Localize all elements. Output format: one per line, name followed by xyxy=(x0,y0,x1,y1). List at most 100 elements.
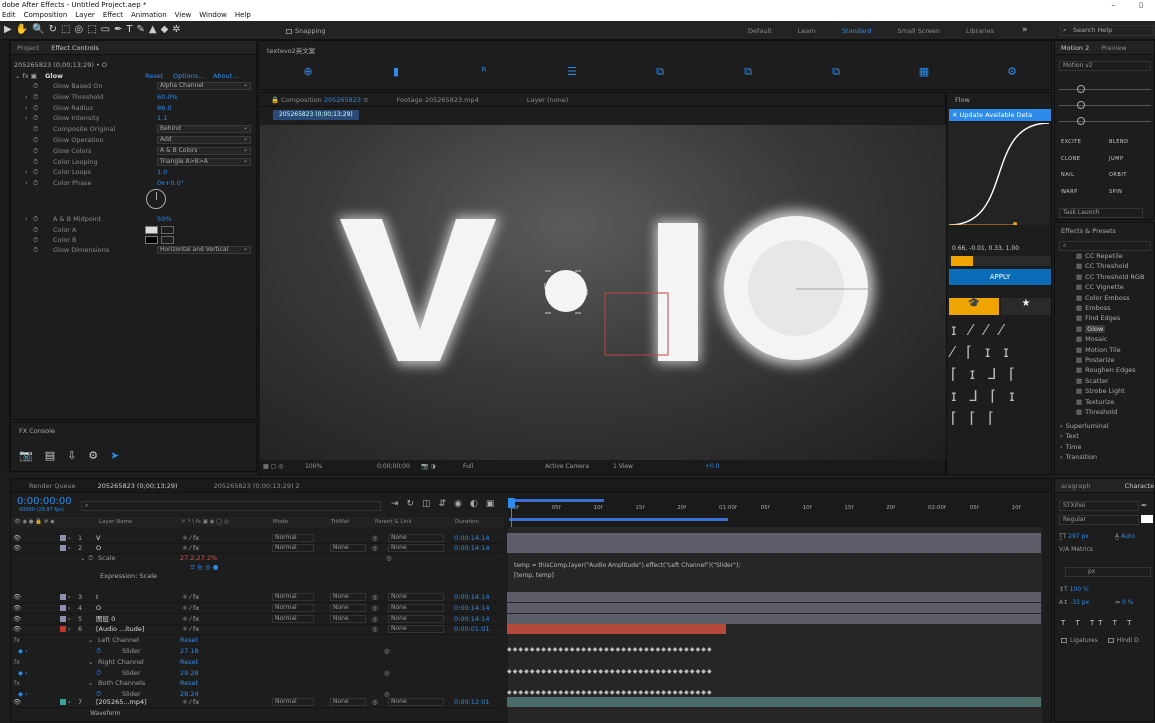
stopwatch-icon[interactable]: ⏱ xyxy=(96,689,101,699)
channel-reset-link[interactable]: Reset xyxy=(180,635,198,645)
parent-dropdown[interactable]: None xyxy=(388,544,444,552)
table-row[interactable]: 👁 › 4 O ⚛ ⁄ fx Normal None ◎ None 0:00:14:14 xyxy=(10,603,503,614)
parent-dropdown[interactable]: None xyxy=(388,534,444,542)
fx-prop-value[interactable]: 1.0 xyxy=(157,167,167,177)
table-row[interactable]: 👁 › 5 图层 0 ⚛ ⁄ fx Normal None ◎ None 0:00:14:14 xyxy=(10,614,503,625)
textevo-tool-icon[interactable]: ▦ xyxy=(917,65,931,79)
mode-dropdown[interactable]: Normal xyxy=(272,615,314,623)
motion-version-dropdown[interactable]: Motion v2 xyxy=(1059,61,1151,71)
slider-value[interactable]: 28.24 xyxy=(180,689,199,699)
fx-prop-dropdown[interactable]: Behind xyxy=(157,125,251,134)
eyedropper-icon[interactable]: ✒ xyxy=(1141,501,1148,510)
eyedropper-icon[interactable] xyxy=(161,226,174,234)
effect-item[interactable]: ▦ Motion Tile xyxy=(1076,346,1121,354)
flow-update-banner[interactable]: ✕ Update Available Deta xyxy=(949,109,1051,121)
fx-icon[interactable]: ⌄ fx ▣ xyxy=(15,71,37,81)
pickwhip-icon[interactable]: ◎ xyxy=(372,603,378,613)
camera-dropdown[interactable]: Active Camera xyxy=(545,460,589,474)
pickwhip-icon[interactable]: ◎ xyxy=(386,553,392,563)
motion-button-spin[interactable]: SPIN xyxy=(1109,189,1122,195)
workspace-tab-default[interactable]: Default xyxy=(748,27,772,35)
tab-comp-timeline[interactable]: 205265823 (0;00;13;29) xyxy=(92,479,184,492)
tab-render-queue[interactable]: Render Queue xyxy=(23,479,82,492)
tab-layer[interactable]: Layer (none) xyxy=(521,93,574,106)
expand-arrow-icon[interactable]: › xyxy=(25,178,28,188)
effects-group[interactable]: › Transition xyxy=(1060,453,1097,461)
chevron-right-icon[interactable]: › xyxy=(68,543,71,553)
pickwhip-icon[interactable]: ◎ xyxy=(384,646,390,656)
flow-apply-button[interactable]: APPLY xyxy=(949,269,1051,285)
send-icon[interactable]: ➤ xyxy=(110,449,131,462)
fx-console-icons[interactable]: 📷▤⇩⚙➤ xyxy=(19,449,131,462)
pickwhip-icon[interactable]: ◎ xyxy=(372,533,378,543)
camera-snapshot-icon[interactable]: 📷 ◑ xyxy=(421,460,436,474)
keyframe-nav-icon[interactable]: ◆ › xyxy=(18,689,28,699)
layer-name[interactable]: O xyxy=(96,543,101,553)
fill-color-swatch[interactable] xyxy=(1141,515,1153,523)
work-area-bar[interactable] xyxy=(509,499,604,502)
expression-line-1[interactable]: temp = thisComp.layer("Audio Amplitude")… xyxy=(514,562,740,569)
visibility-eye-icon[interactable]: 👁 xyxy=(13,603,21,613)
workspace-overflow-icon[interactable]: » xyxy=(1022,25,1028,35)
stopwatch-icon[interactable]: ⏱ xyxy=(33,92,38,102)
motion-button-jump[interactable]: JUMP xyxy=(1109,156,1123,162)
label-color-swatch[interactable] xyxy=(60,605,66,611)
exposure-value[interactable]: +0.0 xyxy=(705,460,720,474)
layer-duration-bar[interactable] xyxy=(507,592,1041,602)
effect-item[interactable]: ▦ Posterize xyxy=(1076,356,1115,364)
stroke-width-field[interactable]: px xyxy=(1065,567,1151,577)
fx-prop-value[interactable]: 60.0% xyxy=(157,92,178,102)
layer-name[interactable]: I xyxy=(96,592,98,602)
menu-item-window[interactable]: Window xyxy=(199,11,227,19)
tab-composition[interactable]: Composition xyxy=(281,96,322,104)
tab-preview[interactable]: Preview xyxy=(1095,41,1132,54)
motion-button-clone[interactable]: CLONE xyxy=(1061,156,1080,162)
pickwhip-icon[interactable]: ◎ xyxy=(372,614,378,624)
mode-dropdown[interactable]: Normal xyxy=(272,604,314,612)
fx-prop-dropdown[interactable]: Triangle A>B>A xyxy=(157,157,251,166)
vertical-scale-field[interactable]: ↕T 100 % xyxy=(1059,586,1089,593)
layer-switches[interactable]: ⚛ ⁄ fx xyxy=(182,614,199,624)
visibility-eye-icon[interactable]: 👁 xyxy=(13,543,21,553)
effect-item[interactable]: ▦ Strobe Light xyxy=(1076,387,1125,395)
expand-arrow-icon[interactable]: ⌄ xyxy=(88,635,93,645)
hindi-checkbox[interactable] xyxy=(1107,638,1114,643)
stopwatch-icon[interactable]: ⏱ xyxy=(33,103,38,113)
label-color-swatch[interactable] xyxy=(60,616,66,622)
fx-options-link[interactable]: Options... xyxy=(173,71,204,81)
flow-presets-grid[interactable]: ɪ ⁄ ⁄ ⁄ ⁄ ⌈ ɪ ɪ ⌈ ɪ ⅃ ⌈ ɪ ⅃ ⌈ ɪ ⌈ ⌈ ⌈ xyxy=(951,319,1049,469)
trkmat-dropdown[interactable]: None xyxy=(330,604,366,612)
layer-name[interactable]: 图层 0 xyxy=(96,614,115,624)
duration-value[interactable]: 0:00:14:14 xyxy=(454,592,490,602)
menu-item-layer[interactable]: Layer xyxy=(75,11,95,19)
duration-value[interactable]: 0:00:14:14 xyxy=(454,543,490,553)
stopwatch-icon[interactable]: ⏱ xyxy=(33,113,38,123)
motion-button-blend[interactable]: BLEND xyxy=(1109,139,1128,145)
label-color-swatch[interactable] xyxy=(60,545,66,551)
menu-item-view[interactable]: View xyxy=(175,11,192,19)
trkmat-dropdown[interactable]: None xyxy=(330,698,366,706)
stopwatch-icon[interactable]: ⏱ xyxy=(33,135,38,145)
motion-sliders[interactable] xyxy=(1059,85,1151,125)
motion-button-warp[interactable]: WARP xyxy=(1061,189,1078,195)
restore-icon[interactable]: ▯ xyxy=(1139,0,1143,10)
ligatures-checkbox[interactable] xyxy=(1061,638,1067,643)
graduation-cap-icon[interactable]: 🎓 xyxy=(949,298,999,315)
stopwatch-icon[interactable]: ⏱ xyxy=(33,214,38,224)
layer-name[interactable]: O xyxy=(96,603,101,613)
flow-bezier-values[interactable]: 0.66, -0.01, 0.33, 1.00 xyxy=(952,245,1019,252)
keyframe-track[interactable]: ◆◆◆◆◆◆◆◆◆◆◆◆◆◆◆◆◆◆◆◆◆◆◆◆◆◆◆◆◆◆◆◆◆◆◆◆ xyxy=(507,689,729,697)
layer-switches[interactable]: ⚛ ⁄ fx xyxy=(182,603,199,613)
stopwatch-icon[interactable]: ⏱ xyxy=(96,668,101,678)
slider-value[interactable]: 29.28 xyxy=(180,668,199,678)
effect-item[interactable]: ▦ Glow xyxy=(1076,324,1106,333)
expand-arrow-icon[interactable]: ⌄ xyxy=(88,657,93,667)
trkmat-dropdown[interactable]: None xyxy=(330,615,366,623)
fx-prop-value[interactable]: 0x+0.0° xyxy=(157,178,184,188)
parent-dropdown[interactable]: None xyxy=(388,604,444,612)
keyframe-nav-icon[interactable]: ◆ › xyxy=(18,668,28,678)
font-style-dropdown[interactable]: Regular xyxy=(1059,515,1139,525)
effects-group[interactable]: › Text xyxy=(1060,432,1079,440)
stopwatch-icon[interactable]: ⏱ xyxy=(33,81,38,91)
timeline-timecode[interactable]: 0:00:00:00 xyxy=(17,496,72,507)
